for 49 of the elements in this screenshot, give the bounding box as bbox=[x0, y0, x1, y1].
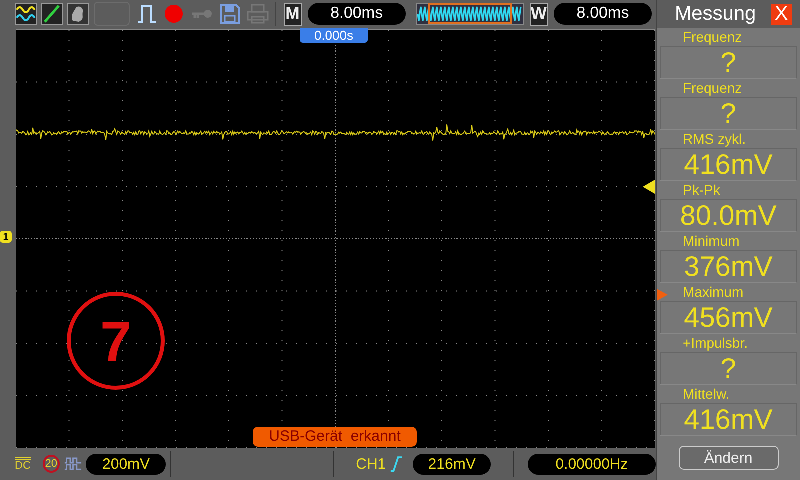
measurement-name: Maximum bbox=[682, 284, 744, 300]
measurement-label[interactable]: Minimum bbox=[657, 232, 800, 249]
panel-title: Messung bbox=[675, 2, 756, 26]
change-button[interactable]: Ändern bbox=[678, 446, 778, 470]
measurement-name: Mittelw. bbox=[682, 386, 730, 402]
channel-marker[interactable]: 1 bbox=[0, 231, 12, 243]
persistence-icon[interactable] bbox=[67, 3, 89, 25]
measurement-label[interactable]: +Impulsbr. bbox=[657, 334, 800, 351]
mode-label: M bbox=[284, 2, 302, 26]
measurement-value: 416mV bbox=[660, 148, 797, 181]
time-offset-marker[interactable]: 0.000s bbox=[300, 28, 368, 43]
notification-banner: USB-Gerät erkannt bbox=[253, 427, 417, 447]
measurement-label[interactable]: Frequenz bbox=[657, 28, 800, 45]
measurement-value: ? bbox=[660, 97, 797, 130]
measurement-label[interactable]: RMS zykl. bbox=[657, 130, 800, 147]
trigger-level-readout: 216mV bbox=[413, 454, 492, 474]
pulse-icon bbox=[64, 457, 82, 471]
measurement-value: 416mV bbox=[660, 403, 797, 436]
selection-arrow-icon bbox=[657, 289, 668, 301]
line-icon[interactable] bbox=[41, 3, 63, 25]
measurement-value: 376mV bbox=[660, 250, 797, 283]
coupling-label: DC bbox=[15, 456, 31, 472]
measurement-name: Frequenz bbox=[682, 80, 742, 96]
measurement-value: 456mV bbox=[660, 301, 797, 334]
window-label: W bbox=[530, 2, 548, 26]
bandwidth-limit-badge: 20 bbox=[42, 455, 60, 473]
pulse-icon[interactable] bbox=[136, 3, 157, 25]
measurement-value: ? bbox=[660, 352, 797, 385]
frequency-readout: 0.00000Hz bbox=[528, 454, 656, 474]
measurement-value: ? bbox=[660, 46, 797, 79]
measurement-name: Pk-Pk bbox=[682, 182, 720, 198]
volts-div-readout: 200mV bbox=[86, 454, 166, 474]
circled-number: 7 bbox=[67, 292, 165, 390]
window-time-readout: 8.00ms bbox=[554, 3, 652, 25]
measurement-name: RMS zykl. bbox=[682, 131, 746, 147]
channel-label: CH1 bbox=[356, 456, 386, 472]
waveform-icon[interactable] bbox=[15, 3, 37, 25]
measurement-label[interactable]: Mittelw. bbox=[657, 385, 800, 402]
measurement-label[interactable]: Maximum bbox=[657, 283, 800, 300]
measurement-label[interactable]: Pk-Pk bbox=[657, 181, 800, 198]
timebase-readout: 8.00ms bbox=[308, 3, 406, 25]
waveform-overview[interactable] bbox=[416, 3, 524, 25]
measurement-name: Frequenz bbox=[682, 29, 742, 45]
measurement-label[interactable]: Frequenz bbox=[657, 79, 800, 96]
measurement-name: Minimum bbox=[682, 233, 740, 249]
close-button[interactable]: X bbox=[771, 4, 792, 24]
measurement-name: +Impulsbr. bbox=[682, 335, 748, 351]
rising-edge-icon bbox=[390, 455, 404, 473]
measurement-value: 80.0mV bbox=[660, 199, 797, 232]
